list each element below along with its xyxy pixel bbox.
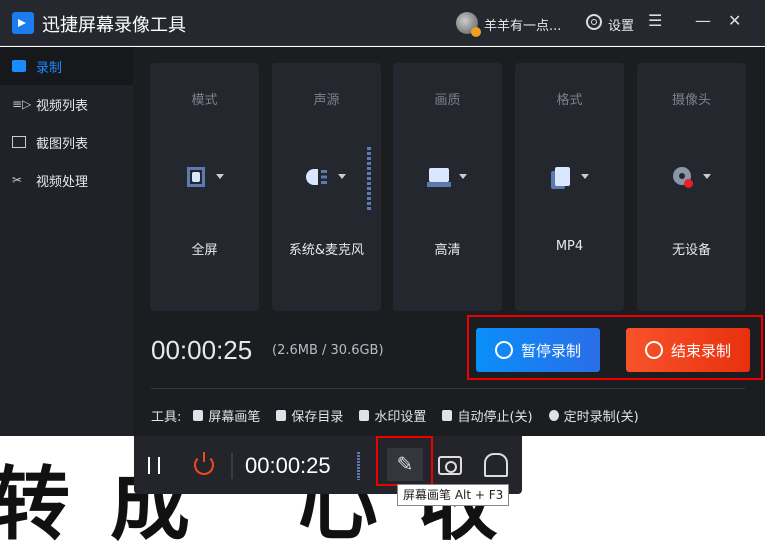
app-title: 迅捷屏幕录像工具	[42, 15, 186, 36]
camera-card[interactable]: 摄像头 无设备	[637, 63, 746, 311]
recording-timer: 00:00:25	[151, 335, 253, 365]
format-card[interactable]: 格式 MP4	[515, 63, 624, 311]
avatar[interactable]	[456, 12, 481, 37]
pause-icon	[494, 341, 513, 359]
card-label: 声源	[313, 93, 340, 108]
title-bar: 迅捷屏幕录像工具 羊羊有一点... 设置 ☰ — ✕	[0, 0, 765, 46]
chevron-down-icon[interactable]	[581, 174, 589, 179]
gear-icon[interactable]	[586, 14, 602, 30]
tool-save-dir[interactable]: 保存目录	[276, 406, 343, 425]
stop-label: 结束录制	[670, 341, 731, 360]
settings-button[interactable]: 设置	[608, 15, 634, 34]
pen-icon	[193, 410, 204, 421]
video-process-icon: ✂	[12, 173, 23, 187]
tool-watermark[interactable]: 水印设置	[359, 406, 426, 425]
chevron-down-icon[interactable]	[216, 174, 224, 179]
home-icon[interactable]	[484, 453, 508, 477]
tooltip: 屏幕画笔 Alt + F3	[397, 484, 510, 506]
audio-level-meter	[367, 147, 371, 211]
divider	[231, 453, 233, 479]
laptop-icon	[427, 167, 451, 187]
speaker-icon	[306, 167, 330, 187]
chevron-down-icon[interactable]	[703, 174, 711, 179]
divider	[151, 388, 745, 389]
pause-icon	[442, 410, 453, 421]
close-button[interactable]: ✕	[728, 11, 741, 30]
username[interactable]: 羊羊有一点...	[484, 15, 561, 34]
audio-level-meter	[357, 452, 360, 480]
stop-icon	[644, 341, 663, 359]
clock-icon	[548, 410, 559, 421]
video-list-icon: ≡▷	[12, 97, 32, 111]
file-size: (2.6MB / 30.6GB)	[272, 343, 384, 358]
document-icon	[276, 410, 287, 421]
card-label: 摄像头	[671, 93, 711, 108]
tool-auto-stop[interactable]: 自动停止(关)	[442, 406, 533, 425]
sidebar-item-label: 录制	[36, 60, 63, 76]
tool-screen-pen[interactable]: 屏幕画笔	[193, 406, 260, 425]
screenshot-list-icon	[12, 136, 26, 148]
fullscreen-icon	[184, 167, 208, 187]
sidebar-item-label: 截图列表	[36, 136, 89, 152]
card-label: 画质	[434, 93, 461, 108]
minimize-button[interactable]: —	[695, 11, 711, 30]
sidebar-item-video-list[interactable]: ≡▷ 视频列表	[0, 85, 133, 123]
sidebar-item-label: 视频列表	[36, 98, 89, 114]
pause-label: 暂停录制	[520, 341, 581, 360]
record-panel: 模式 全屏 声源 系统&麦克风 画质 高清 格式 MP4 摄像头 无设备 00:…	[133, 47, 765, 436]
mode-card[interactable]: 模式 全屏	[150, 63, 259, 311]
chevron-down-icon[interactable]	[338, 174, 346, 179]
card-value: 无设备	[671, 243, 711, 258]
tool-label: 屏幕画笔	[208, 410, 261, 425]
tool-label: 水印设置	[374, 410, 427, 425]
sidebar: 录制 ≡▷ 视频列表 截图列表 ✂ 视频处理	[0, 47, 133, 436]
highlight-box	[376, 436, 433, 486]
chevron-down-icon[interactable]	[459, 174, 467, 179]
power-icon[interactable]	[194, 452, 214, 475]
camera-icon	[12, 60, 26, 72]
stop-recording-button[interactable]: 结束录制	[626, 328, 750, 372]
card-label: 模式	[191, 93, 218, 108]
sidebar-item-video-process[interactable]: ✂ 视频处理	[0, 161, 133, 199]
app-logo-icon	[12, 12, 34, 34]
file-icon	[549, 167, 573, 189]
menu-icon[interactable]: ☰	[648, 11, 662, 30]
tools-label: 工具:	[151, 410, 182, 425]
card-value: 系统&麦克风	[288, 243, 365, 258]
watermark-icon	[359, 410, 370, 421]
card-value: MP4	[555, 239, 584, 254]
audio-source-card[interactable]: 声源 系统&麦克风	[272, 63, 381, 311]
tool-label: 自动停止(关)	[457, 410, 533, 425]
pause-icon[interactable]	[148, 457, 160, 474]
tool-label: 保存目录	[291, 410, 344, 425]
sidebar-item-record[interactable]: 录制	[0, 47, 133, 85]
floating-timer: 00:00:25	[245, 453, 331, 478]
pause-recording-button[interactable]: 暂停录制	[476, 328, 600, 372]
quality-card[interactable]: 画质 高清	[393, 63, 502, 311]
tool-label: 定时录制(关)	[563, 410, 639, 425]
card-value: 高清	[434, 243, 461, 258]
sidebar-item-label: 视频处理	[36, 174, 89, 190]
webcam-icon	[671, 167, 695, 188]
tool-scheduled-record[interactable]: 定时录制(关)	[548, 406, 639, 425]
tools-row: 工具: 屏幕画笔 保存目录 水印设置 自动停止(关) 定时录制(关)	[151, 406, 655, 425]
card-value: 全屏	[191, 243, 218, 258]
sidebar-item-screenshot-list[interactable]: 截图列表	[0, 123, 133, 161]
camera-icon[interactable]	[438, 456, 462, 475]
card-label: 格式	[556, 93, 583, 108]
